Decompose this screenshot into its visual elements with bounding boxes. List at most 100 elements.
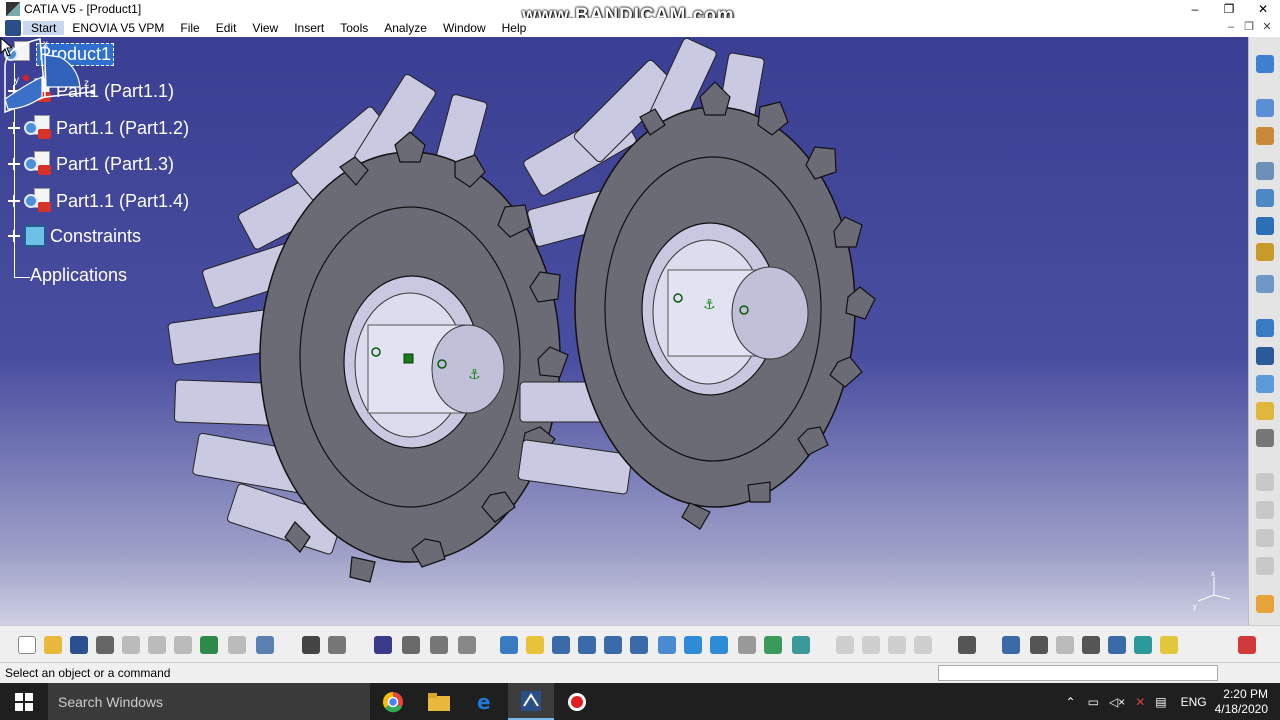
manipulate-tool-icon[interactable] [1256, 99, 1274, 117]
formula-icon[interactable] [302, 636, 320, 654]
analysis-icon[interactable] [430, 636, 448, 654]
angle-constraint-icon[interactable] [1256, 319, 1274, 337]
record-icon [568, 692, 586, 711]
existing-component-icon[interactable] [1256, 127, 1274, 145]
menu-view[interactable]: View [244, 21, 286, 35]
tree-node-part1-3[interactable]: Part1 (Part1.3) [8, 151, 174, 177]
taskbar-edge[interactable]: e [462, 683, 508, 720]
windows-logo-icon [15, 692, 33, 711]
expand-icon[interactable] [8, 195, 20, 207]
snap-tool-icon[interactable] [1256, 162, 1274, 180]
minimize-button[interactable]: – [1178, 0, 1212, 18]
update-icon[interactable] [1256, 402, 1274, 420]
menu-analyze[interactable]: Analyze [376, 21, 435, 35]
disabled-tool-icon [1256, 529, 1274, 547]
explode-tool-icon[interactable] [1256, 189, 1274, 207]
taskbar-chrome[interactable] [370, 683, 416, 720]
print-icon[interactable] [96, 636, 114, 654]
zoom-out-icon[interactable] [630, 636, 648, 654]
save-icon[interactable] [70, 636, 88, 654]
doc-restore-button[interactable]: ❐ [1240, 18, 1258, 37]
expand-icon[interactable] [8, 122, 20, 134]
menu-window[interactable]: Window [435, 21, 494, 35]
taskbar-catia[interactable] [508, 683, 554, 720]
battery-icon[interactable]: ▭ [1088, 695, 1099, 709]
volume-icon[interactable]: ◁× [1109, 695, 1125, 709]
select-arrow-icon[interactable] [1256, 595, 1274, 613]
swap-visible-space-icon[interactable] [792, 636, 810, 654]
taskbar-search-input[interactable]: Search Windows [48, 683, 370, 720]
coincidence-constraint-icon[interactable] [1256, 217, 1274, 235]
3d-viewport[interactable]: ⚓ ⚓ Product1 Part1 (Part1.1) Part1.1 (Pa… [0, 37, 1248, 625]
tools-icon[interactable] [1256, 429, 1274, 447]
windows-start-button[interactable] [0, 683, 48, 720]
hide-show-icon[interactable] [764, 636, 782, 654]
menu-help[interactable]: Help [494, 21, 535, 35]
shading-icon[interactable] [738, 636, 756, 654]
disabled-tool-icon [836, 636, 854, 654]
language-indicator[interactable]: ENG [1181, 695, 1207, 709]
command-input[interactable] [938, 665, 1218, 681]
catia-menu-icon[interactable] [5, 19, 21, 36]
lighting-icon[interactable] [1160, 636, 1178, 654]
first-icon[interactable] [1030, 636, 1048, 654]
tree-node-applications[interactable]: Applications [30, 265, 127, 286]
fit-all-icon[interactable] [526, 636, 544, 654]
render-icon[interactable] [1134, 636, 1152, 654]
taskbar-file-explorer[interactable] [416, 683, 462, 720]
fix-component-icon[interactable] [1256, 347, 1274, 365]
close-button[interactable]: ✕ [1246, 0, 1280, 18]
cut-icon[interactable] [122, 636, 140, 654]
left-fix-icon: ⚓ [468, 367, 481, 383]
notifications-icon[interactable]: ▤ [1155, 695, 1166, 709]
right-gear[interactable]: ⚓ [517, 37, 876, 530]
capture-icon[interactable] [958, 636, 976, 654]
menu-insert[interactable]: Insert [286, 21, 332, 35]
iso-view-icon[interactable] [710, 636, 728, 654]
tree-node-constraints[interactable]: Constraints [8, 225, 141, 247]
catalog-icon[interactable] [374, 636, 392, 654]
offset-constraint-icon[interactable] [1256, 275, 1274, 293]
maximize-button[interactable]: ❐ [1212, 0, 1246, 18]
zoom-in-icon[interactable] [604, 636, 622, 654]
fix-together-icon[interactable] [1256, 375, 1274, 393]
menu-enovia[interactable]: ENOVIA V5 VPM [64, 21, 172, 35]
taskbar-bandicam[interactable] [554, 683, 600, 720]
open-file-icon[interactable] [44, 636, 62, 654]
tree-node-part1-4[interactable]: Part1.1 (Part1.4) [8, 188, 189, 214]
comment-icon[interactable] [328, 636, 346, 654]
search-icon[interactable] [1082, 636, 1100, 654]
menu-edit[interactable]: Edit [208, 21, 245, 35]
doc-close-button[interactable]: ✕ [1258, 18, 1276, 37]
paste-icon[interactable] [174, 636, 192, 654]
redo-icon[interactable] [228, 636, 246, 654]
whats-this-icon[interactable] [256, 636, 274, 654]
pan-icon[interactable] [552, 636, 570, 654]
menu-tools[interactable]: Tools [332, 21, 376, 35]
rotate-icon[interactable] [578, 636, 596, 654]
fly-mode-icon[interactable] [500, 636, 518, 654]
taskbar-clock[interactable]: 2:20 PM 4/18/2020 [1207, 687, 1280, 717]
undo-icon[interactable] [200, 636, 218, 654]
expand-icon[interactable] [8, 158, 20, 170]
expand-icon[interactable] [8, 230, 20, 242]
tray-chevron-icon[interactable]: ⌃ [1066, 695, 1076, 709]
menu-start[interactable]: Start [23, 20, 65, 35]
network-icon[interactable]: ✕ [1135, 695, 1145, 709]
normal-view-icon[interactable] [658, 636, 676, 654]
last-icon[interactable] [1056, 636, 1074, 654]
layer-icon[interactable] [1108, 636, 1126, 654]
apply-material-icon[interactable] [458, 636, 476, 654]
disabled-tool-icon [1256, 501, 1274, 519]
measure-icon[interactable] [402, 636, 420, 654]
multi-view-icon[interactable] [684, 636, 702, 654]
copy-icon[interactable] [148, 636, 166, 654]
contact-constraint-icon[interactable] [1256, 243, 1274, 261]
sketch-tool-icon[interactable] [1256, 55, 1274, 73]
compass-axis-y: y [14, 75, 19, 86]
compass-widget[interactable]: x y z [0, 37, 100, 122]
doc-minimize-button[interactable]: – [1222, 18, 1240, 37]
menu-file[interactable]: File [172, 21, 207, 35]
compass-reset-icon[interactable] [1002, 636, 1020, 654]
new-file-icon[interactable] [18, 636, 36, 654]
